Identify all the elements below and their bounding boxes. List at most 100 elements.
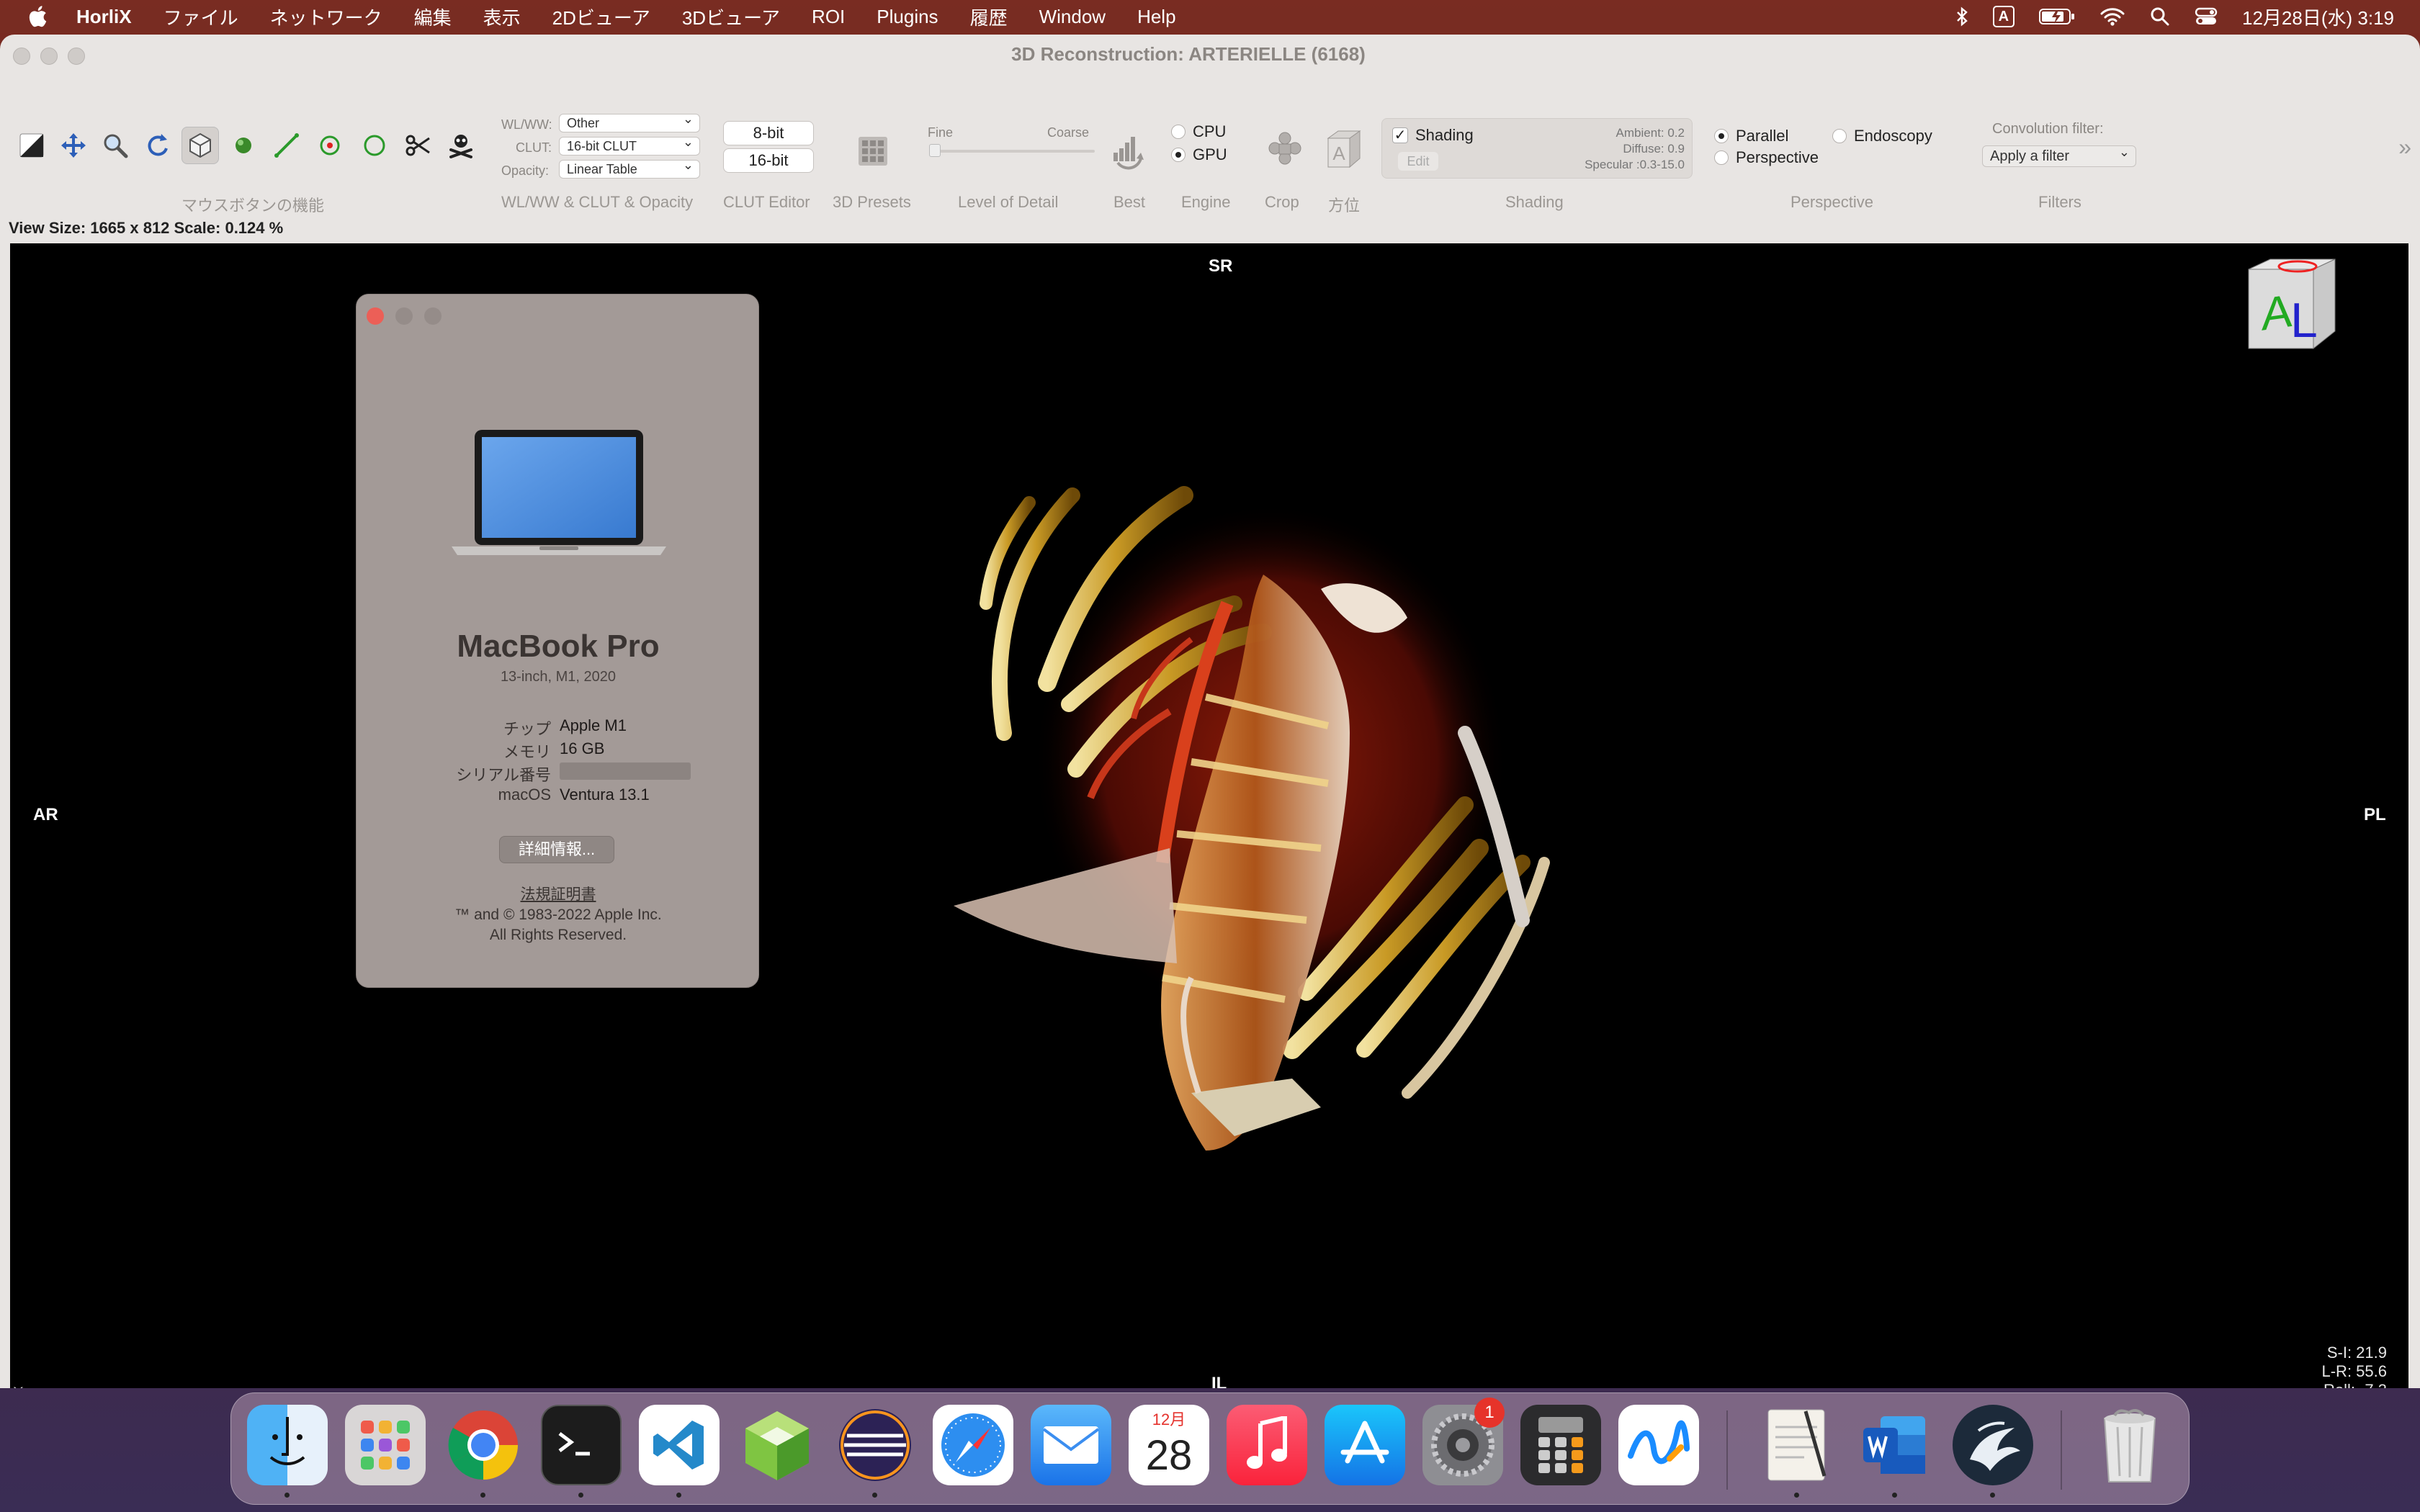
word-icon[interactable]	[1855, 1405, 1935, 1485]
freeform-icon[interactable]	[1618, 1405, 1699, 1485]
pan-tool-icon[interactable]	[55, 127, 92, 164]
lod-fine-label: Fine	[928, 125, 954, 140]
input-mode-indicator[interactable]: A	[1992, 6, 2015, 27]
eclipse-icon[interactable]	[835, 1405, 915, 1485]
section-lod: Level of Detail	[958, 193, 1059, 211]
menu-window[interactable]: Window	[1039, 6, 1106, 28]
endoscopy-radio[interactable]: Endoscopy	[1832, 127, 1932, 145]
wifi-icon[interactable]	[2099, 6, 2125, 27]
menubar-clock[interactable]: 12月28日(水) 3:19	[2242, 4, 2394, 30]
control-center-icon[interactable]	[2195, 6, 2218, 27]
length-tool-icon[interactable]	[268, 127, 305, 164]
section-best: Best	[1113, 193, 1146, 211]
menu-file[interactable]: ファイル	[163, 4, 238, 30]
section-wlww: WL/WW & CLUT & Opacity	[501, 193, 694, 211]
section-3d-presets: 3D Presets	[833, 193, 911, 211]
about-close-button[interactable]	[367, 307, 384, 325]
calendar-icon[interactable]: 12月 28	[1129, 1405, 1209, 1485]
3d-presets-grid-icon[interactable]	[854, 132, 892, 170]
music-icon[interactable]	[1227, 1405, 1307, 1485]
best-render-icon[interactable]	[1106, 127, 1152, 173]
wlww-popup[interactable]: Other	[559, 110, 700, 132]
scissors-tool-icon[interactable]	[399, 127, 436, 164]
horlix-running-dot	[1990, 1493, 1995, 1498]
chrome-icon[interactable]	[443, 1405, 524, 1485]
point-roi-tool-icon[interactable]	[311, 127, 349, 164]
macbook-image	[452, 430, 666, 555]
apple-menu-icon[interactable]	[26, 4, 52, 30]
serial-number-redacted	[560, 762, 691, 780]
perspective-radio[interactable]: Perspective	[1714, 148, 1819, 167]
word-running-dot	[1892, 1493, 1897, 1498]
menu-bar: HorliX ファイル ネットワーク 編集 表示 2Dビューア 3Dビューア R…	[0, 0, 2420, 33]
rotate-tool-icon[interactable]	[138, 127, 176, 164]
battery-icon[interactable]	[2039, 7, 2075, 26]
lod-slider-thumb[interactable]	[929, 144, 941, 157]
vscode-icon[interactable]	[639, 1405, 720, 1485]
terminal-icon[interactable]	[541, 1405, 622, 1485]
wl-ww-tool-icon[interactable]	[13, 127, 50, 164]
section-clut-editor: CLUT Editor	[723, 193, 810, 211]
convolution-filter-popup[interactable]: Apply a filter	[1982, 142, 2136, 167]
dock: 12月 28 1	[230, 1392, 2190, 1505]
8-bit-button[interactable]: 8-bit	[723, 121, 814, 145]
calendar-day: 28	[1145, 1432, 1193, 1479]
mail-icon[interactable]	[1031, 1405, 1111, 1485]
more-info-button[interactable]: 詳細情報...	[499, 836, 614, 863]
engine-gpu-radio[interactable]: GPU	[1171, 145, 1227, 164]
launchpad-icon[interactable]	[345, 1405, 426, 1485]
ambient-value: Ambient: 0.2	[1615, 126, 1685, 140]
orientation-left-label: AR	[33, 805, 58, 824]
trash-icon[interactable]	[2089, 1405, 2170, 1485]
menu-plugins[interactable]: Plugins	[877, 6, 938, 28]
lod-slider-track[interactable]	[929, 150, 1095, 153]
crop-cube-icon[interactable]	[1262, 127, 1308, 173]
orientation-cube-l: L	[2290, 293, 2318, 348]
menu-app-horlix[interactable]: HorliX	[76, 6, 132, 28]
orientation-cube[interactable]: A L	[2236, 253, 2344, 354]
horlix-icon[interactable]	[1953, 1405, 2033, 1485]
eclipse-running-dot	[872, 1493, 877, 1498]
engine-gpu-label: GPU	[1193, 145, 1227, 163]
parallel-radio[interactable]: Parallel	[1714, 127, 1788, 145]
calculator-icon[interactable]	[1520, 1405, 1601, 1485]
app-store-icon[interactable]	[1325, 1405, 1405, 1485]
shading-checkbox[interactable]: ✓	[1392, 127, 1408, 143]
menu-roi[interactable]: ROI	[812, 6, 845, 28]
sphere-tool-icon[interactable]	[225, 127, 262, 164]
zoom-tool-icon[interactable]	[97, 127, 134, 164]
regulatory-certification-link[interactable]: 法規証明書	[357, 885, 758, 905]
perspective-radio-indicator	[1714, 150, 1729, 165]
finder-icon[interactable]	[247, 1405, 328, 1485]
3d-rotate-tool-icon[interactable]	[182, 127, 219, 164]
menu-3d-viewer[interactable]: 3Dビューア	[682, 4, 780, 30]
opacity-popup[interactable]: Linear Table	[559, 156, 700, 179]
opacity-label: Opacity:	[501, 163, 550, 178]
menu-2d-viewer[interactable]: 2Dビューア	[552, 4, 650, 30]
cube-app-icon[interactable]	[737, 1405, 817, 1485]
safari-icon[interactable]	[933, 1405, 1013, 1485]
textedit-icon[interactable]	[1757, 1405, 1837, 1485]
engine-cpu-radio-indicator	[1171, 125, 1186, 139]
menu-history[interactable]: 履歴	[970, 4, 1008, 30]
16-bit-button[interactable]: 16-bit	[723, 148, 814, 173]
clut-popup[interactable]: 16-bit CLUT	[559, 133, 700, 156]
clut-label: CLUT:	[516, 140, 552, 155]
shading-edit-button[interactable]: Edit	[1398, 152, 1438, 171]
menu-edit[interactable]: 編集	[414, 4, 452, 30]
orientation-cube-icon[interactable]: A	[1318, 125, 1366, 173]
menu-network[interactable]: ネットワーク	[270, 4, 382, 30]
toolbar-overflow-chevron-icon[interactable]: »	[2398, 134, 2411, 161]
engine-cpu-radio[interactable]: CPU	[1171, 122, 1226, 141]
chrome-running-dot	[480, 1493, 485, 1498]
bluetooth-icon[interactable]	[1955, 6, 1968, 27]
bone-removal-tool-icon[interactable]	[442, 127, 480, 164]
orientation-cube-letter: A	[1332, 143, 1345, 164]
section-orientation: 方位	[1328, 197, 1361, 215]
spotlight-search-icon[interactable]	[2150, 6, 2170, 27]
menu-view[interactable]: 表示	[483, 4, 521, 30]
section-engine: Engine	[1181, 193, 1231, 211]
oval-roi-tool-icon[interactable]	[356, 127, 393, 164]
menu-help[interactable]: Help	[1137, 6, 1175, 28]
stat-roll: Roll: -7.3	[2322, 1381, 2387, 1388]
